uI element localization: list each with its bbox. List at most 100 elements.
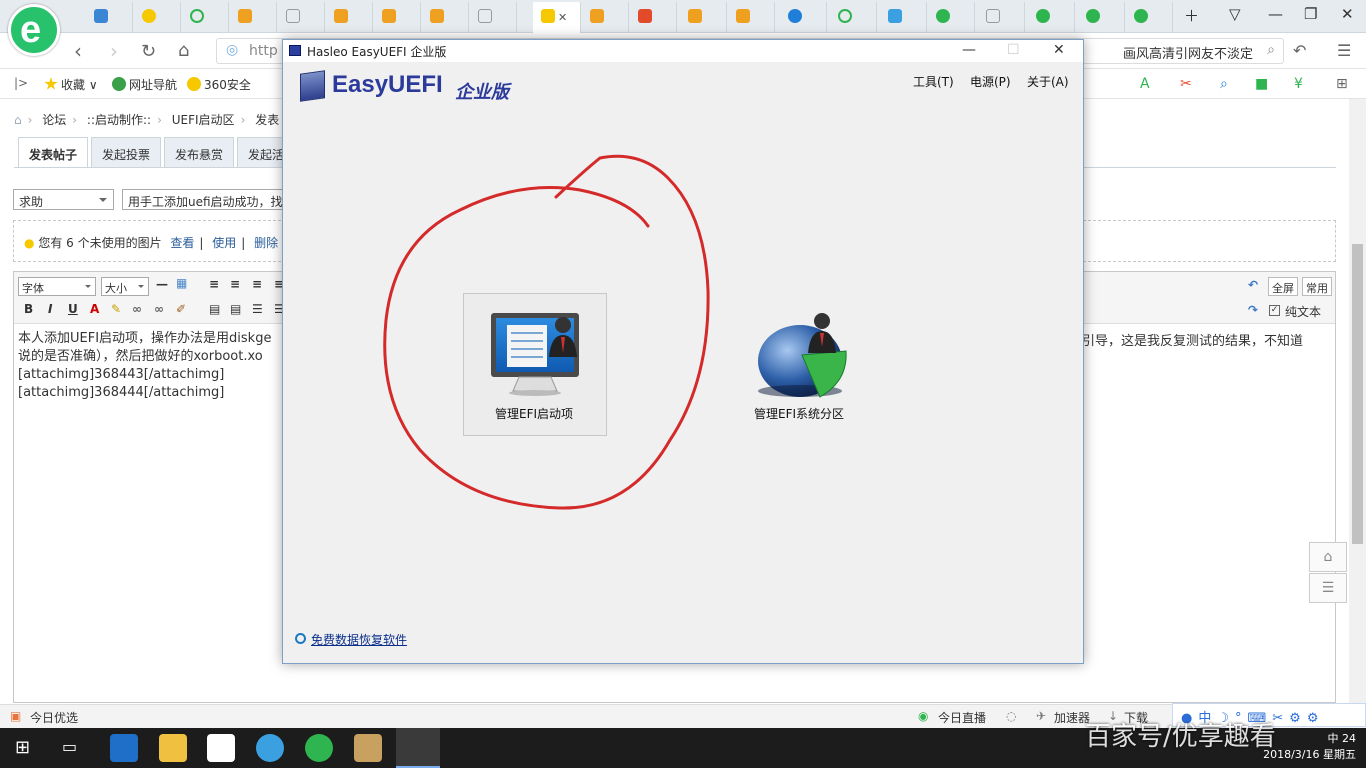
browser-tab[interactable]	[880, 2, 927, 32]
easyuefi-task-icon[interactable]	[396, 728, 440, 768]
status-daily[interactable]: 今日优选	[30, 709, 78, 726]
tab-activity[interactable]: 发起活	[237, 137, 283, 167]
browser-tab[interactable]	[680, 2, 727, 32]
table-icon[interactable]: ▦	[176, 276, 187, 290]
browser-tab[interactable]	[928, 2, 975, 32]
window-title-bar[interactable]: Hasleo EasyUEFI 企业版 — ☐ ✕	[283, 40, 1083, 62]
page-scrollbar[interactable]	[1349, 99, 1366, 704]
fav-safe[interactable]: 360安全	[187, 76, 251, 93]
scissors-icon[interactable]: ✂	[1180, 76, 1192, 92]
browser-tab-active[interactable]: ✕	[533, 2, 581, 33]
browser-tab[interactable]	[1126, 2, 1173, 32]
unlink-icon[interactable]: ∞	[154, 302, 164, 316]
new-tab-icon[interactable]: ＋	[1184, 5, 1199, 26]
system-tray[interactable]: 中 24 2018/3/16 星期五	[1263, 731, 1356, 763]
highlight-icon[interactable]: ✎	[111, 302, 121, 316]
manage-boot-entries-label[interactable]: 管理EFI启动项	[495, 405, 573, 422]
browser-360-icon[interactable]	[305, 734, 333, 762]
task-view-icon[interactable]: ▭	[62, 737, 77, 756]
home-icon[interactable]: ⌂	[178, 40, 189, 61]
start-icon[interactable]: ⊞	[15, 737, 30, 758]
list-button[interactable]: ☰	[1309, 573, 1347, 603]
manage-efi-partition-label[interactable]: 管理EFI系统分区	[754, 405, 844, 422]
maximize-icon[interactable]: ☐	[1007, 42, 1020, 58]
back-icon[interactable]: ‹	[74, 39, 82, 63]
browser-tab[interactable]	[374, 2, 421, 32]
browser-tab[interactable]	[326, 2, 373, 32]
font-color-icon[interactable]: A	[90, 302, 99, 316]
align-center-icon[interactable]: ≡	[230, 277, 240, 291]
free-recovery-link[interactable]: 免费数据恢复软件	[311, 631, 407, 648]
forward-icon[interactable]: ›	[110, 39, 118, 63]
breadcrumb-item[interactable]: 论坛	[42, 113, 66, 127]
hr-icon[interactable]: —	[156, 277, 168, 291]
paint-icon[interactable]	[354, 734, 382, 762]
underline-icon[interactable]: U	[68, 302, 78, 316]
view-images-link[interactable]: 查看	[170, 236, 194, 250]
game-icon[interactable]: ■	[1255, 76, 1268, 92]
tray-lang[interactable]: 中	[1328, 732, 1339, 745]
magnifier-icon[interactable]: ⌕	[1220, 76, 1228, 92]
browser-tab[interactable]	[630, 2, 677, 32]
refresh-icon[interactable]: ↻	[141, 41, 156, 62]
minimize-icon[interactable]: —	[962, 42, 976, 58]
minimize-icon[interactable]: —	[1268, 5, 1283, 23]
sidebar-toggle-icon[interactable]: |>	[14, 76, 28, 90]
store-icon[interactable]	[207, 734, 235, 762]
home-icon[interactable]: ⌂	[14, 113, 22, 127]
breadcrumb-item[interactable]: UEFI启动区	[172, 113, 235, 127]
ordered-list-icon[interactable]: ☰	[252, 302, 263, 316]
float-left-icon[interactable]: ▤	[209, 302, 220, 316]
circle-icon[interactable]: ◌	[1006, 709, 1016, 723]
menu-about[interactable]: 关于(A)	[1027, 73, 1069, 90]
menu-power[interactable]: 电源(P)	[970, 73, 1011, 90]
money-icon[interactable]: ¥	[1294, 76, 1303, 92]
browser-tab[interactable]	[582, 2, 629, 32]
ie-icon[interactable]	[256, 734, 284, 762]
tab-reward[interactable]: 发布悬赏	[164, 137, 234, 167]
browser-tab[interactable]	[978, 2, 1025, 32]
scrollbar-thumb[interactable]	[1352, 244, 1363, 544]
common-button[interactable]: 常用	[1302, 277, 1332, 296]
edge-icon[interactable]	[110, 734, 138, 762]
tab-post[interactable]: 发表帖子	[18, 137, 88, 168]
close-icon[interactable]: ✕	[558, 11, 567, 24]
browser-tab[interactable]	[470, 2, 517, 32]
browser-tab[interactable]	[134, 2, 181, 32]
explorer-icon[interactable]	[159, 734, 187, 762]
subject-input[interactable]: 用手工添加uefi启动成功，找到	[122, 189, 292, 210]
tab-poll[interactable]: 发起投票	[91, 137, 161, 167]
fav-nav[interactable]: 网址导航	[112, 76, 177, 93]
browser-tab[interactable]	[422, 2, 469, 32]
italic-icon[interactable]: I	[48, 302, 52, 316]
use-images-link[interactable]: 使用	[212, 236, 236, 250]
browser-tab[interactable]	[780, 2, 827, 32]
browser-tab[interactable]	[1078, 2, 1125, 32]
browser-tab[interactable]	[230, 2, 277, 32]
redo-edit-icon[interactable]: ↷	[1248, 303, 1258, 317]
menu-icon[interactable]: ☰	[1337, 41, 1351, 60]
close-window-icon[interactable]: ✕	[1341, 5, 1354, 23]
shirt-icon[interactable]: ▽	[1229, 5, 1241, 23]
browser-tab[interactable]	[728, 2, 775, 32]
browser-tab[interactable]	[830, 2, 877, 32]
scroll-top-button[interactable]: ⌂	[1309, 542, 1347, 572]
browser-tab[interactable]	[182, 2, 229, 32]
close-icon[interactable]: ✕	[1053, 42, 1065, 58]
float-right-icon[interactable]: ▤	[230, 302, 241, 316]
plain-text-checkbox[interactable]: ✓	[1269, 305, 1280, 316]
bold-icon[interactable]: B	[24, 302, 33, 316]
search-icon[interactable]: ⌕	[1267, 42, 1275, 58]
browser-tab[interactable]	[86, 2, 133, 32]
size-select[interactable]: 大小	[101, 277, 149, 296]
menu-tools[interactable]: 工具(T)	[913, 73, 954, 90]
undo-edit-icon[interactable]: ↶	[1248, 278, 1258, 292]
breadcrumb-item[interactable]: 发表	[255, 113, 279, 127]
align-right-icon[interactable]: ≡	[252, 277, 262, 291]
fav-collect[interactable]: 收藏 ∨	[44, 76, 98, 93]
maximize-icon[interactable]: ❐	[1304, 5, 1317, 23]
undo-icon[interactable]: ↶	[1293, 41, 1306, 60]
browser-tab[interactable]	[278, 2, 325, 32]
breadcrumb-item[interactable]: ::启动制作::	[87, 113, 151, 127]
category-select[interactable]: 求助	[13, 189, 114, 210]
